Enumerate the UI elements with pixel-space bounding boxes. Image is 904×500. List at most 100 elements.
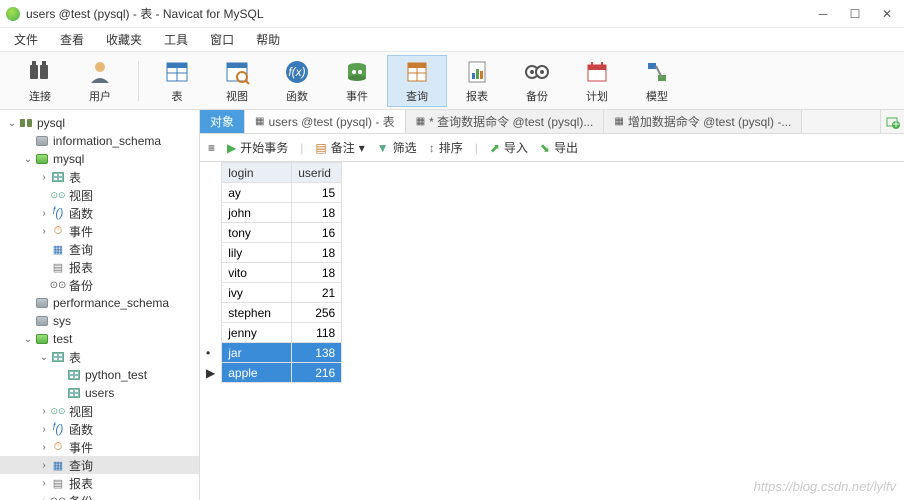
close-button[interactable]: ✕ — [880, 7, 894, 21]
cell-login[interactable]: ay — [222, 183, 292, 203]
minimize-button[interactable]: ─ — [816, 7, 830, 21]
start-transaction-button[interactable]: ▶开始事务 — [227, 139, 288, 156]
table-row[interactable]: ivy21 — [200, 283, 342, 303]
tree-item[interactable]: ⌄pysql — [0, 114, 199, 132]
table-row[interactable]: jenny118 — [200, 323, 342, 343]
maximize-button[interactable]: ☐ — [848, 7, 862, 21]
sort-button[interactable]: ↕排序 — [429, 139, 463, 156]
tab[interactable]: 对象 — [200, 110, 245, 133]
tab-add-button[interactable]: + — [880, 110, 904, 133]
menu-favorites[interactable]: 收藏夹 — [106, 31, 142, 48]
menu-view[interactable]: 查看 — [60, 31, 84, 48]
cell-userid[interactable]: 18 — [292, 263, 342, 283]
table-row[interactable]: vito18 — [200, 263, 342, 283]
cell-login[interactable]: jenny — [222, 323, 292, 343]
sidebar-tree[interactable]: ⌄pysqlinformation_schema⌄mysql›表⊙⊙视图›f()… — [0, 110, 200, 500]
cell-login[interactable]: tony — [222, 223, 292, 243]
cell-userid[interactable]: 256 — [292, 303, 342, 323]
tree-item[interactable]: ›⏱事件 — [0, 222, 199, 240]
column-header[interactable]: userid — [292, 163, 342, 183]
tree-item[interactable]: ▦查询 — [0, 240, 199, 258]
tree-item[interactable]: python_test — [0, 366, 199, 384]
tree-item[interactable]: ›表 — [0, 168, 199, 186]
tab[interactable]: ▦增加数据命令 @test (pysql) -... — [604, 110, 802, 133]
note-button[interactable]: ▤备注 ▾ — [315, 139, 364, 156]
toolbar-event-button[interactable]: 事件 — [327, 56, 387, 106]
filter-button[interactable]: ▼筛选 — [377, 139, 417, 156]
tab-label: users @test (pysql) - 表 — [268, 113, 394, 130]
tree-item[interactable]: ›⊙⊙视图 — [0, 402, 199, 420]
cell-userid[interactable]: 21 — [292, 283, 342, 303]
cell-userid[interactable]: 16 — [292, 223, 342, 243]
cell-userid[interactable]: 18 — [292, 203, 342, 223]
tree-item[interactable]: sys — [0, 312, 199, 330]
cell-userid[interactable]: 216 — [292, 363, 342, 383]
connect-icon — [26, 58, 54, 86]
table-row[interactable]: ay15 — [200, 183, 342, 203]
toolbar-connect-button[interactable]: 连接 — [10, 56, 70, 106]
tree-item[interactable]: ›⊙⊙备份 — [0, 492, 199, 500]
data-grid[interactable]: loginuseriday15john18tony16lily18vito18i… — [200, 162, 904, 500]
tree-item[interactable]: ▤报表 — [0, 258, 199, 276]
cell-login[interactable]: stephen — [222, 303, 292, 323]
cell-login[interactable]: jar — [222, 343, 292, 363]
cell-login[interactable]: apple — [222, 363, 292, 383]
toolbar-model-button[interactable]: 模型 — [627, 56, 687, 106]
toolbar-label: 函数 — [286, 88, 308, 104]
conn-icon — [18, 116, 34, 130]
menu-file[interactable]: 文件 — [14, 31, 38, 48]
tree-item[interactable]: ⌄test — [0, 330, 199, 348]
cell-userid[interactable]: 18 — [292, 243, 342, 263]
cell-login[interactable]: vito — [222, 263, 292, 283]
tree-item[interactable]: ›▤报表 — [0, 474, 199, 492]
table-row[interactable]: stephen256 — [200, 303, 342, 323]
table-row[interactable]: ▶apple216 — [200, 363, 342, 383]
toolbar-backup-button[interactable]: 备份 — [507, 56, 567, 106]
tree-item[interactable]: ⌄表 — [0, 348, 199, 366]
tree-item[interactable]: users — [0, 384, 199, 402]
tree-label: 表 — [69, 169, 81, 186]
menu-help[interactable]: 帮助 — [256, 31, 280, 48]
table-row[interactable]: •jar138 — [200, 343, 342, 363]
table-row[interactable]: lily18 — [200, 243, 342, 263]
toolbar-schedule-button[interactable]: 计划 — [567, 56, 627, 106]
tree-item[interactable]: ›⏱事件 — [0, 438, 199, 456]
toolbar-table-button[interactable]: 表 — [147, 56, 207, 106]
table-row[interactable]: john18 — [200, 203, 342, 223]
tree-item[interactable]: ›f()函数 — [0, 204, 199, 222]
menu-tools[interactable]: 工具 — [164, 31, 188, 48]
cell-login[interactable]: lily — [222, 243, 292, 263]
cell-userid[interactable]: 15 — [292, 183, 342, 203]
toolbar-query-button[interactable]: 查询 — [387, 55, 447, 107]
cell-login[interactable]: ivy — [222, 283, 292, 303]
export-button[interactable]: ⬊导出 — [540, 139, 578, 156]
tree-label: users — [85, 386, 114, 400]
tree-item[interactable]: performance_schema — [0, 294, 199, 312]
toolbar-label: 报表 — [466, 88, 488, 104]
tab[interactable]: ▦* 查询数据命令 @test (pysql)... — [406, 110, 605, 133]
toolbar-func-button[interactable]: f(x)函数 — [267, 56, 327, 106]
toolbar-label: 连接 — [29, 88, 51, 104]
cell-userid[interactable]: 118 — [292, 323, 342, 343]
tree-label: 备份 — [69, 277, 93, 294]
toolbar-report-button[interactable]: 报表 — [447, 56, 507, 106]
tree-item[interactable]: ›f()函数 — [0, 420, 199, 438]
tree-item[interactable]: information_schema — [0, 132, 199, 150]
cell-login[interactable]: john — [222, 203, 292, 223]
tree-item[interactable]: ⊙⊙备份 — [0, 276, 199, 294]
tree-item[interactable]: ⌄mysql — [0, 150, 199, 168]
import-button[interactable]: ⬈导入 — [490, 139, 528, 156]
hamburger-icon[interactable]: ≡ — [208, 141, 215, 155]
cell-userid[interactable]: 138 — [292, 343, 342, 363]
tree-item[interactable]: ⊙⊙视图 — [0, 186, 199, 204]
toolbar-label: 事件 — [346, 88, 368, 104]
table-row[interactable]: tony16 — [200, 223, 342, 243]
tab[interactable]: ▦users @test (pysql) - 表 — [245, 110, 406, 133]
tree-item[interactable]: ›▦查询 — [0, 456, 199, 474]
tree-label: python_test — [85, 368, 147, 382]
toolbar-view-button[interactable]: 视图 — [207, 56, 267, 106]
toolbar-user-button[interactable]: 用户 — [70, 56, 130, 106]
caret-icon: ⌄ — [38, 352, 50, 363]
menu-window[interactable]: 窗口 — [210, 31, 234, 48]
column-header[interactable]: login — [222, 163, 292, 183]
